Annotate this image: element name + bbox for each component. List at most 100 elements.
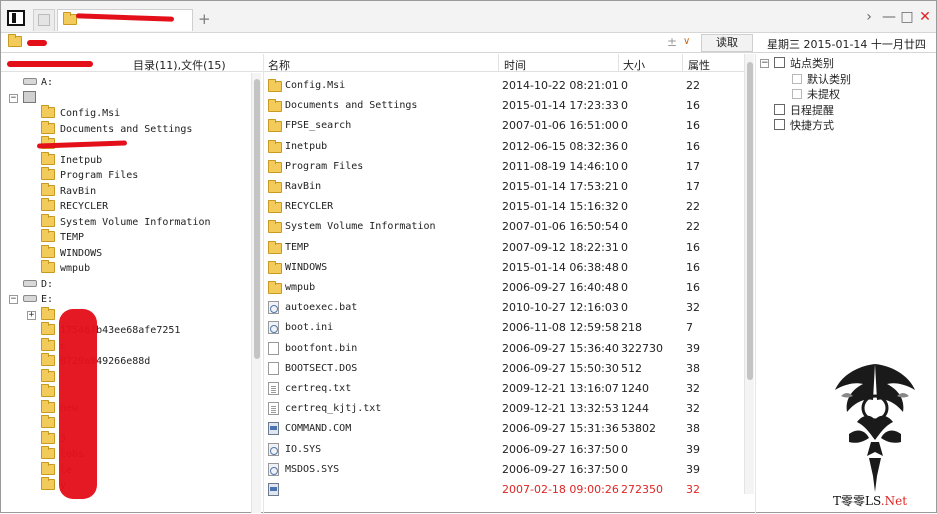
site-item[interactable]: 快捷方式	[774, 118, 834, 133]
file-row[interactable]: Config.Msi 2014-10-22 08:21:01 0 22	[264, 76, 744, 96]
file-row[interactable]: Documents and Settings 2015-01-14 17:23:3…	[264, 96, 744, 116]
file-row[interactable]: certreq.txt 2009-12-21 13:16:07 1240 32	[264, 379, 744, 399]
file-row[interactable]: Inetpub 2012-06-15 08:32:36 0 16	[264, 137, 744, 157]
site-item[interactable]: 日程提醒	[774, 103, 834, 118]
tree-folder[interactable]	[41, 415, 60, 431]
site-item-label: 站点类别	[790, 57, 834, 70]
file-row[interactable]: FPSE_search 2007-01-06 16:51:00 0 16	[264, 116, 744, 136]
file-time: 2007-02-18 09:00:26	[502, 483, 619, 496]
tree-drive[interactable]	[23, 90, 40, 106]
file-name: Program Files	[285, 160, 364, 172]
column-name[interactable]: 名称	[268, 57, 290, 73]
tree-folder[interactable]: Config.Msi	[41, 105, 120, 121]
tree-drive[interactable]: D:	[23, 277, 53, 292]
folder-icon	[41, 260, 55, 273]
tree-folder[interactable]: Inetpub	[41, 151, 102, 168]
scroll-thumb[interactable]	[254, 79, 260, 359]
file-row[interactable]: COMMAND.COM 2006-09-27 15:31:36 53802 38	[264, 419, 744, 439]
tree-folder[interactable]	[41, 368, 60, 385]
folder-icon	[41, 120, 55, 134]
file-row[interactable]: Program Files 2011-08-19 14:46:10 0 17	[264, 157, 744, 177]
tree-folder[interactable]	[41, 306, 60, 323]
file-time: 2011-08-19 14:46:10	[502, 159, 619, 173]
file-row[interactable]: bootfont.bin 2006-09-27 15:36:40 322730 39	[264, 339, 744, 359]
file-row[interactable]: RavBin 2015-01-14 17:53:21 0 17	[264, 177, 744, 197]
checkbox-icon[interactable]	[792, 73, 802, 84]
minimize-button[interactable]: —	[881, 9, 897, 25]
read-button[interactable]: 读取	[701, 34, 753, 52]
file-time: 2012-06-15 08:32:36	[502, 139, 619, 153]
tree-drive[interactable]: A:	[23, 75, 53, 90]
file-attr: 39	[686, 341, 700, 355]
column-divider[interactable]	[618, 54, 619, 72]
site-item[interactable]: 站点类别	[774, 56, 834, 71]
column-divider[interactable]	[682, 54, 683, 72]
file-row[interactable]: autoexec.bat 2010-10-27 12:16:03 0 32	[264, 298, 744, 318]
file-name: autoexec.bat	[285, 302, 358, 314]
column-attr[interactable]: 属性	[688, 57, 710, 73]
tree-folder[interactable]: wmpub	[41, 260, 90, 276]
file-name: certreq_kjtj.txt	[285, 403, 382, 415]
list-scrollbar[interactable]	[744, 54, 754, 494]
collapse-icon[interactable]: −	[9, 295, 18, 304]
file-size: 322730	[621, 341, 663, 355]
folder-icon	[41, 384, 55, 397]
file-row[interactable]: TEMP 2007-09-12 18:22:31 0 16	[264, 238, 744, 258]
checkbox-icon[interactable]	[792, 89, 802, 99]
file-row[interactable]: BOOTSECT.DOS 2006-09-27 15:50:30 512 38	[264, 359, 744, 379]
tree-scrollbar[interactable]	[251, 73, 261, 513]
scroll-thumb[interactable]	[747, 62, 753, 380]
file-row[interactable]: WINDOWS 2015-01-14 06:38:48 0 16	[264, 258, 744, 278]
file-name: bootfont.bin	[285, 342, 358, 354]
column-size[interactable]: 大小	[623, 57, 645, 73]
file-row[interactable]: System Volume Information 2007-01-06 16:5…	[264, 217, 744, 237]
next-icon[interactable]: ›	[861, 9, 877, 25]
tree-folder[interactable]	[41, 384, 60, 400]
tree-folder[interactable]: RECYCLER	[41, 198, 108, 214]
collapse-icon[interactable]: −	[760, 59, 769, 68]
file-row[interactable]: MSDOS.SYS 2006-09-27 16:37:50 0 39	[264, 460, 744, 480]
column-time[interactable]: 时间	[504, 57, 526, 73]
file-row[interactable]: certreq_kjtj.txt 2009-12-21 13:32:53 1244 3…	[264, 399, 744, 419]
site-item[interactable]: 未提权	[792, 87, 840, 102]
tree-label: RavBin	[60, 185, 97, 197]
tree-folder[interactable]: RavBin	[41, 182, 97, 199]
date-display: 星期三 2015-01-14 十一月廿四	[767, 38, 926, 51]
close-button[interactable]: ✕	[917, 9, 933, 25]
tree-folder[interactable]: Documents and Settings	[41, 120, 192, 137]
tree-label: A:	[41, 77, 54, 88]
folder-icon	[41, 477, 55, 490]
file-name: wmpub	[285, 282, 316, 293]
expand-icon[interactable]: +	[27, 310, 36, 320]
file-attr: 32	[686, 483, 700, 496]
file-name: Config.Msi	[285, 80, 346, 91]
chevron-down-icon[interactable]: ∨	[683, 36, 690, 47]
tab-inactive[interactable]	[33, 9, 55, 31]
file-row[interactable]: boot.ini 2006-11-08 12:59:58 218 7	[264, 318, 744, 338]
plus-minus-icon[interactable]: ±	[667, 35, 677, 49]
file-row[interactable]: RECYCLER 2015-01-14 15:16:32 0 22	[264, 197, 744, 217]
column-divider[interactable]	[498, 54, 499, 72]
tree-folder[interactable]: System Volume Information	[41, 213, 211, 230]
tree-drive[interactable]: E:	[23, 292, 53, 307]
file-time: 2007-09-12 18:22:31	[502, 240, 619, 254]
title-bar: + › — □ ✕	[1, 1, 936, 33]
site-item-label: 快捷方式	[790, 119, 834, 132]
file-row[interactable]: IO.SYS 2006-09-27 16:37:50 0 39	[264, 440, 744, 460]
site-item[interactable]: 默认类别	[792, 72, 851, 87]
drive-icon	[23, 279, 37, 287]
collapse-icon[interactable]: −	[9, 93, 18, 103]
folder-icon	[8, 34, 22, 47]
file-row[interactable]: 2007-02-18 09:00:26 272350 32	[264, 480, 744, 500]
tree-folder[interactable]: Program Files	[41, 167, 138, 183]
file-row[interactable]: wmpub 2006-09-27 16:40:48 0 16	[264, 278, 744, 298]
dir-file-count: 目录(11),文件(15)	[133, 59, 226, 72]
maximize-button[interactable]: □	[899, 9, 915, 25]
tree-folder[interactable]: TEMP	[41, 229, 84, 245]
new-tab-button[interactable]: +	[198, 10, 211, 28]
brand-suffix: .Net	[880, 494, 908, 508]
panel-toggle-icon[interactable]	[7, 10, 25, 26]
file-attr: 17	[686, 159, 700, 173]
tree-folder[interactable]: WINDOWS	[41, 244, 102, 261]
file-size: 53802	[621, 422, 656, 436]
